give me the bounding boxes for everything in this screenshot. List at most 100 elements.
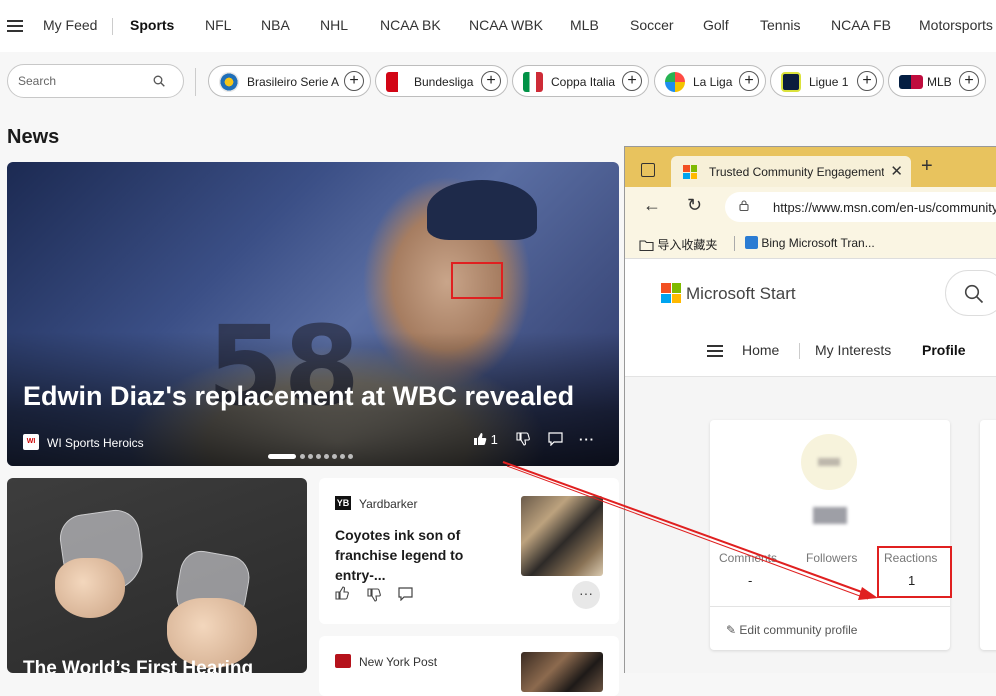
nav-my-feed[interactable]: My Feed bbox=[43, 17, 97, 33]
profile-card: Comments - Followers Reactions 1 ✎ Edit … bbox=[710, 420, 950, 650]
translator-icon bbox=[745, 236, 758, 249]
url-field[interactable]: https://www.msn.com/en-us/community bbox=[725, 192, 996, 222]
nav-tennis[interactable]: Tennis bbox=[760, 17, 800, 33]
chip-coppa-italia[interactable]: Coppa Italia + bbox=[512, 65, 649, 97]
stat-comments-value: - bbox=[748, 573, 753, 588]
edit-profile-link[interactable]: ✎ Edit community profile bbox=[726, 623, 857, 637]
add-icon[interactable]: + bbox=[857, 71, 877, 91]
nav-nhl[interactable]: NHL bbox=[320, 17, 348, 33]
favorite-bing-label: Bing Microsoft Tran... bbox=[761, 236, 875, 250]
more-options-button[interactable]: ··· bbox=[572, 581, 600, 609]
reactions-highlight-box bbox=[877, 546, 952, 598]
nyp-source-name[interactable]: New York Post bbox=[359, 655, 437, 669]
site-search-button[interactable] bbox=[945, 270, 996, 316]
hearing-card-title[interactable]: The World’s First Hearing bbox=[23, 658, 253, 673]
hero-source-name[interactable]: WI Sports Heroics bbox=[47, 436, 144, 450]
nyp-article-card[interactable]: New York Post bbox=[319, 636, 619, 696]
coyotes-source-name[interactable]: Yardbarker bbox=[359, 497, 417, 511]
nav-golf[interactable]: Golf bbox=[703, 17, 729, 33]
chip-label: MLB bbox=[927, 75, 952, 89]
hero-image-cap bbox=[427, 180, 537, 240]
hero-title[interactable]: Edwin Diaz's replacement at WBC revealed bbox=[23, 381, 574, 412]
site-menu-icon[interactable] bbox=[707, 345, 723, 357]
tab-actions-icon[interactable] bbox=[641, 163, 655, 177]
la-liga-logo-icon bbox=[665, 72, 685, 92]
favorite-bing-translator[interactable]: Bing Microsoft Tran... bbox=[745, 236, 875, 250]
avatar[interactable] bbox=[801, 434, 857, 490]
coyotes-article-card[interactable]: YB Yardbarker Coyotes ink son of franchi… bbox=[319, 478, 619, 624]
carousel-dot[interactable] bbox=[324, 454, 329, 459]
hearing-article-card[interactable]: The World’s First Hearing bbox=[7, 478, 307, 673]
chip-mlb[interactable]: MLB + bbox=[888, 65, 986, 97]
hero-source-logo-icon: WI bbox=[23, 434, 39, 450]
search-placeholder: Search bbox=[18, 74, 57, 88]
microsoft-logo-icon bbox=[683, 165, 697, 179]
carousel-dot[interactable] bbox=[340, 454, 345, 459]
nav-nba[interactable]: NBA bbox=[261, 17, 290, 33]
chip-ligue-1[interactable]: Ligue 1 + bbox=[770, 65, 884, 97]
subnav-profile[interactable]: Profile bbox=[922, 342, 966, 358]
carousel-dot[interactable] bbox=[332, 454, 337, 459]
close-tab-icon[interactable]: ✕ bbox=[890, 162, 903, 180]
hero-article-card[interactable]: 58 Edwin Diaz's replacement at WBC revea… bbox=[7, 162, 619, 466]
hamburger-menu-icon[interactable] bbox=[7, 20, 23, 32]
subnav-my-interests[interactable]: My Interests bbox=[815, 342, 891, 358]
new-york-post-logo-icon bbox=[335, 654, 351, 668]
favorite-import[interactable]: 导入收藏夹 bbox=[639, 236, 717, 253]
nav-soccer[interactable]: Soccer bbox=[630, 17, 674, 33]
filter-divider bbox=[195, 68, 196, 96]
chip-label: Brasileiro Serie A bbox=[247, 75, 340, 89]
hero-more-button[interactable]: ··· bbox=[579, 432, 595, 447]
nav-ncaa-bk[interactable]: NCAA BK bbox=[380, 17, 441, 33]
browser-tab-active[interactable]: Trusted Community Engagement ✕ bbox=[671, 156, 911, 187]
new-tab-icon[interactable]: + bbox=[921, 155, 933, 178]
brand-name[interactable]: Microsoft Start bbox=[686, 284, 796, 304]
hero-dislike-button[interactable] bbox=[516, 432, 530, 449]
search-input[interactable]: Search bbox=[7, 64, 184, 98]
add-icon[interactable]: + bbox=[481, 71, 501, 91]
carousel-dot[interactable] bbox=[308, 454, 313, 459]
hero-like-button[interactable]: 1 bbox=[473, 432, 498, 447]
bundesliga-logo-icon bbox=[386, 72, 406, 92]
nav-divider bbox=[112, 18, 113, 35]
add-icon[interactable]: + bbox=[959, 71, 979, 91]
nav-nfl[interactable]: NFL bbox=[205, 17, 231, 33]
hero-comment-button[interactable] bbox=[548, 432, 563, 449]
add-icon[interactable]: + bbox=[622, 71, 642, 91]
chip-bundesliga[interactable]: Bundesliga + bbox=[375, 65, 508, 97]
subnav-home[interactable]: Home bbox=[742, 342, 779, 358]
nav-mlb[interactable]: MLB bbox=[570, 17, 599, 33]
ligue-1-logo-icon bbox=[781, 72, 801, 92]
carousel-dot[interactable] bbox=[316, 454, 321, 459]
like-button[interactable] bbox=[335, 586, 349, 603]
nav-ncaa-wbk[interactable]: NCAA WBK bbox=[469, 17, 543, 33]
carousel-dot[interactable] bbox=[300, 454, 305, 459]
filter-row: Search Brasileiro Serie A + Bundesliga +… bbox=[0, 52, 996, 112]
search-icon[interactable] bbox=[153, 75, 165, 87]
nav-motorsports[interactable]: Motorsports bbox=[919, 17, 993, 33]
username-blurred bbox=[813, 507, 847, 524]
stat-followers-label[interactable]: Followers bbox=[806, 551, 857, 565]
refresh-icon[interactable]: ↻ bbox=[687, 195, 702, 216]
nav-sports[interactable]: Sports bbox=[130, 17, 174, 33]
add-icon[interactable]: + bbox=[344, 71, 364, 91]
dislike-button[interactable] bbox=[367, 588, 381, 605]
hearing-aid-image bbox=[55, 558, 125, 618]
chip-brasileiro-serie-a[interactable]: Brasileiro Serie A + bbox=[208, 65, 371, 97]
stat-comments-label: Comments bbox=[719, 551, 778, 565]
back-arrow-icon[interactable]: ← bbox=[643, 195, 661, 216]
coyotes-card-title[interactable]: Coyotes ink son of franchise legend to e… bbox=[335, 525, 515, 585]
carousel-dot-active[interactable] bbox=[268, 454, 296, 459]
chip-la-liga[interactable]: La Liga + bbox=[654, 65, 766, 97]
coyotes-thumbnail-image bbox=[521, 496, 603, 576]
nav-ncaa-fb[interactable]: NCAA FB bbox=[831, 17, 891, 33]
card-divider bbox=[710, 606, 950, 607]
lock-icon bbox=[739, 200, 749, 211]
tab-title: Trusted Community Engagement bbox=[709, 165, 884, 179]
carousel-dot[interactable] bbox=[348, 454, 353, 459]
chip-label: Bundesliga bbox=[414, 75, 474, 89]
add-icon[interactable]: + bbox=[739, 71, 759, 91]
hero-like-count: 1 bbox=[490, 432, 498, 447]
comment-button[interactable] bbox=[398, 587, 413, 604]
microsoft-logo-icon bbox=[661, 283, 681, 303]
